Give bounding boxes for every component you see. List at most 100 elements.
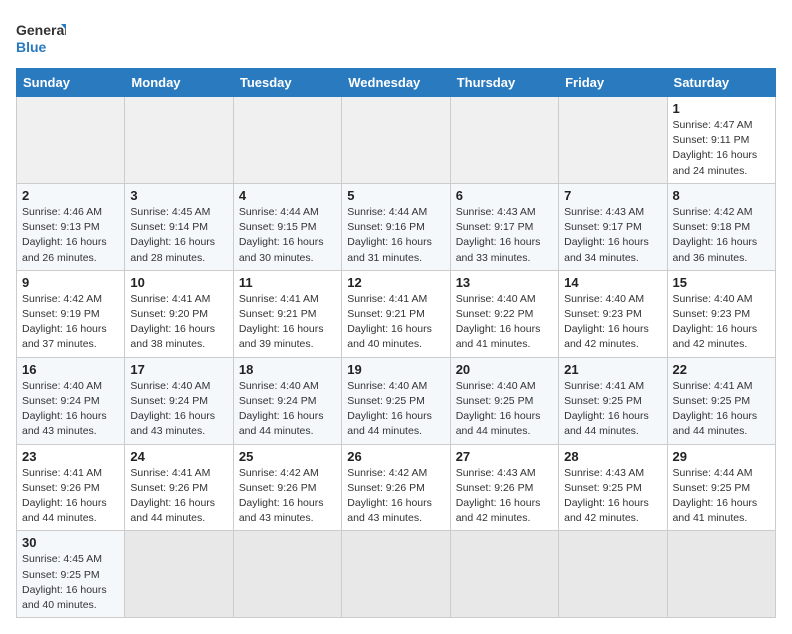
day-number: 7 bbox=[564, 188, 661, 203]
day-info: Sunrise: 4:40 AM Sunset: 9:24 PM Dayligh… bbox=[130, 379, 227, 440]
calendar-cell: 6Sunrise: 4:43 AM Sunset: 9:17 PM Daylig… bbox=[450, 183, 558, 270]
calendar-cell: 14Sunrise: 4:40 AM Sunset: 9:23 PM Dayli… bbox=[559, 270, 667, 357]
calendar-cell bbox=[667, 531, 775, 618]
day-number: 23 bbox=[22, 449, 119, 464]
day-number: 28 bbox=[564, 449, 661, 464]
calendar-cell bbox=[125, 97, 233, 184]
calendar-week-row: 1 Sunrise: 4:47 AM Sunset: 9:11 PM Daylig… bbox=[17, 97, 776, 184]
day-info: Sunrise: 4:43 AM Sunset: 9:26 PM Dayligh… bbox=[456, 466, 553, 527]
calendar-cell: 29 Sunrise: 4:44 AM Sunset: 9:25 PM Dayli… bbox=[667, 444, 775, 531]
day-number: 15 bbox=[673, 275, 770, 290]
calendar-cell: 24 Sunrise: 4:41 AM Sunset: 9:26 PM Dayli… bbox=[125, 444, 233, 531]
calendar-cell: 12 Sunrise: 4:41 AM Sunset: 9:21 PM Dayli… bbox=[342, 270, 450, 357]
day-number: 30 bbox=[22, 535, 119, 550]
day-info: Sunrise: 4:43 AM Sunset: 9:17 PM Dayligh… bbox=[456, 205, 553, 266]
calendar-cell: 10 Sunrise: 4:41 AM Sunset: 9:20 PM Dayli… bbox=[125, 270, 233, 357]
day-info: Sunrise: 4:40 AM Sunset: 9:24 PM Dayligh… bbox=[22, 379, 119, 440]
weekday-header-wednesday: Wednesday bbox=[342, 69, 450, 97]
calendar-cell: 28 Sunrise: 4:43 AM Sunset: 9:25 PM Dayli… bbox=[559, 444, 667, 531]
day-info: Sunrise: 4:42 AM Sunset: 9:26 PM Dayligh… bbox=[347, 466, 444, 527]
day-info: Sunrise: 4:41 AM Sunset: 9:20 PM Dayligh… bbox=[130, 292, 227, 353]
day-info: Sunrise: 4:43 AM Sunset: 9:17 PM Dayligh… bbox=[564, 205, 661, 266]
day-info: Sunrise: 4:45 AM Sunset: 9:25 PM Dayligh… bbox=[22, 552, 119, 613]
calendar-week-row: 9Sunrise: 4:42 AM Sunset: 9:19 PM Daylig… bbox=[17, 270, 776, 357]
day-number: 26 bbox=[347, 449, 444, 464]
day-info: Sunrise: 4:40 AM Sunset: 9:24 PM Dayligh… bbox=[239, 379, 336, 440]
calendar-cell bbox=[342, 531, 450, 618]
day-info: Sunrise: 4:43 AM Sunset: 9:25 PM Dayligh… bbox=[564, 466, 661, 527]
svg-text:General: General bbox=[16, 22, 66, 38]
day-number: 9 bbox=[22, 275, 119, 290]
calendar-cell bbox=[233, 97, 341, 184]
calendar-week-row: 30 Sunrise: 4:45 AM Sunset: 9:25 PM Dayli… bbox=[17, 531, 776, 618]
day-number: 16 bbox=[22, 362, 119, 377]
calendar-cell bbox=[342, 97, 450, 184]
day-info: Sunrise: 4:40 AM Sunset: 9:22 PM Dayligh… bbox=[456, 292, 553, 353]
day-number: 8 bbox=[673, 188, 770, 203]
calendar-cell bbox=[233, 531, 341, 618]
calendar-header: General Blue bbox=[16, 16, 776, 60]
day-number: 10 bbox=[130, 275, 227, 290]
calendar-cell: 5 Sunrise: 4:44 AM Sunset: 9:16 PM Daylig… bbox=[342, 183, 450, 270]
day-number: 22 bbox=[673, 362, 770, 377]
svg-text:Blue: Blue bbox=[16, 39, 47, 55]
weekday-header-friday: Friday bbox=[559, 69, 667, 97]
calendar-cell: 13 Sunrise: 4:40 AM Sunset: 9:22 PM Dayli… bbox=[450, 270, 558, 357]
day-info: Sunrise: 4:44 AM Sunset: 9:25 PM Dayligh… bbox=[673, 466, 770, 527]
calendar-cell: 20Sunrise: 4:40 AM Sunset: 9:25 PM Dayli… bbox=[450, 357, 558, 444]
calendar-cell: 2 Sunrise: 4:46 AM Sunset: 9:13 PM Daylig… bbox=[17, 183, 125, 270]
calendar-cell: 3Sunrise: 4:45 AM Sunset: 9:14 PM Daylig… bbox=[125, 183, 233, 270]
calendar-body: 1 Sunrise: 4:47 AM Sunset: 9:11 PM Daylig… bbox=[17, 97, 776, 618]
day-number: 2 bbox=[22, 188, 119, 203]
day-info: Sunrise: 4:41 AM Sunset: 9:25 PM Dayligh… bbox=[673, 379, 770, 440]
calendar-cell: 8 Sunrise: 4:42 AM Sunset: 9:18 PM Daylig… bbox=[667, 183, 775, 270]
calendar-cell: 21Sunrise: 4:41 AM Sunset: 9:25 PM Dayli… bbox=[559, 357, 667, 444]
calendar-cell bbox=[559, 531, 667, 618]
day-number: 13 bbox=[456, 275, 553, 290]
logo-svg: General Blue bbox=[16, 16, 66, 60]
calendar-cell: 27 Sunrise: 4:43 AM Sunset: 9:26 PM Dayli… bbox=[450, 444, 558, 531]
calendar-cell bbox=[125, 531, 233, 618]
day-number: 24 bbox=[130, 449, 227, 464]
calendar-table: SundayMondayTuesdayWednesdayThursdayFrid… bbox=[16, 68, 776, 618]
calendar-cell: 30 Sunrise: 4:45 AM Sunset: 9:25 PM Dayli… bbox=[17, 531, 125, 618]
calendar-thead: SundayMondayTuesdayWednesdayThursdayFrid… bbox=[17, 69, 776, 97]
day-number: 12 bbox=[347, 275, 444, 290]
weekday-header-saturday: Saturday bbox=[667, 69, 775, 97]
day-info: Sunrise: 4:40 AM Sunset: 9:25 PM Dayligh… bbox=[347, 379, 444, 440]
day-info: Sunrise: 4:44 AM Sunset: 9:16 PM Dayligh… bbox=[347, 205, 444, 266]
day-info: Sunrise: 4:44 AM Sunset: 9:15 PM Dayligh… bbox=[239, 205, 336, 266]
day-info: Sunrise: 4:40 AM Sunset: 9:25 PM Dayligh… bbox=[456, 379, 553, 440]
calendar-week-row: 23 Sunrise: 4:41 AM Sunset: 9:26 PM Dayli… bbox=[17, 444, 776, 531]
day-number: 17 bbox=[130, 362, 227, 377]
calendar-cell: 19Sunrise: 4:40 AM Sunset: 9:25 PM Dayli… bbox=[342, 357, 450, 444]
calendar-cell: 4 Sunrise: 4:44 AM Sunset: 9:15 PM Daylig… bbox=[233, 183, 341, 270]
day-info: Sunrise: 4:41 AM Sunset: 9:21 PM Dayligh… bbox=[347, 292, 444, 353]
day-number: 5 bbox=[347, 188, 444, 203]
day-info: Sunrise: 4:45 AM Sunset: 9:14 PM Dayligh… bbox=[130, 205, 227, 266]
day-info: Sunrise: 4:47 AM Sunset: 9:11 PM Dayligh… bbox=[673, 118, 770, 179]
day-number: 1 bbox=[673, 101, 770, 116]
calendar-cell: 17 Sunrise: 4:40 AM Sunset: 9:24 PM Dayli… bbox=[125, 357, 233, 444]
calendar-cell bbox=[450, 97, 558, 184]
calendar-cell: 1 Sunrise: 4:47 AM Sunset: 9:11 PM Daylig… bbox=[667, 97, 775, 184]
calendar-cell bbox=[450, 531, 558, 618]
day-number: 4 bbox=[239, 188, 336, 203]
calendar-cell: 11Sunrise: 4:41 AM Sunset: 9:21 PM Dayli… bbox=[233, 270, 341, 357]
day-number: 27 bbox=[456, 449, 553, 464]
day-info: Sunrise: 4:40 AM Sunset: 9:23 PM Dayligh… bbox=[564, 292, 661, 353]
weekday-header-sunday: Sunday bbox=[17, 69, 125, 97]
calendar-cell: 23Sunrise: 4:41 AM Sunset: 9:26 PM Dayli… bbox=[17, 444, 125, 531]
day-info: Sunrise: 4:41 AM Sunset: 9:26 PM Dayligh… bbox=[130, 466, 227, 527]
day-number: 25 bbox=[239, 449, 336, 464]
day-number: 29 bbox=[673, 449, 770, 464]
day-info: Sunrise: 4:42 AM Sunset: 9:18 PM Dayligh… bbox=[673, 205, 770, 266]
logo: General Blue bbox=[16, 16, 66, 60]
calendar-cell: 26 Sunrise: 4:42 AM Sunset: 9:26 PM Dayli… bbox=[342, 444, 450, 531]
calendar-cell bbox=[17, 97, 125, 184]
weekday-header-tuesday: Tuesday bbox=[233, 69, 341, 97]
calendar-cell: 15Sunrise: 4:40 AM Sunset: 9:23 PM Dayli… bbox=[667, 270, 775, 357]
calendar-week-row: 16 Sunrise: 4:40 AM Sunset: 9:24 PM Dayli… bbox=[17, 357, 776, 444]
day-info: Sunrise: 4:41 AM Sunset: 9:25 PM Dayligh… bbox=[564, 379, 661, 440]
day-info: Sunrise: 4:46 AM Sunset: 9:13 PM Dayligh… bbox=[22, 205, 119, 266]
